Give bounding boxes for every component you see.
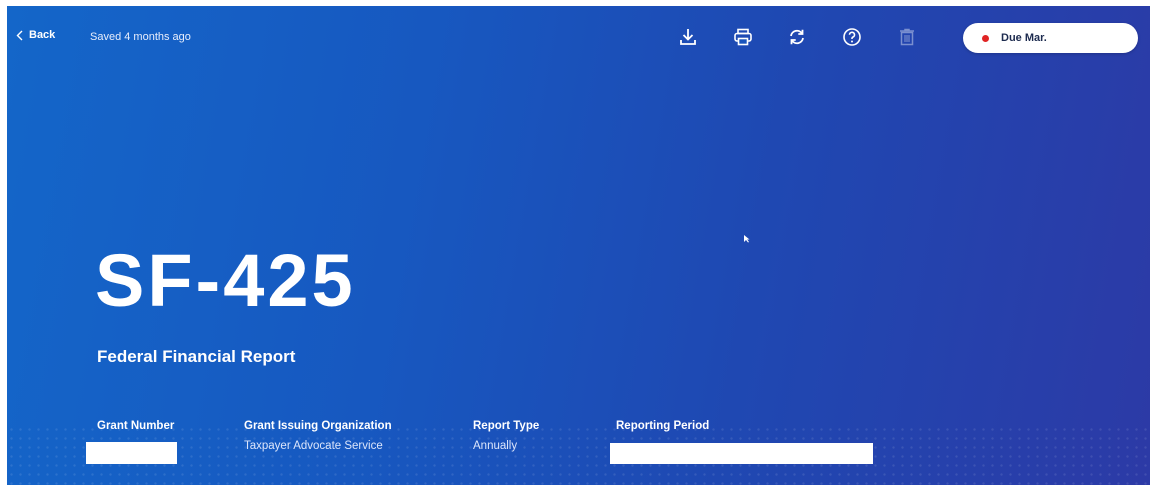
help-icon[interactable] — [841, 26, 863, 48]
due-date-label: Due Mar. — [1001, 32, 1047, 44]
chevron-left-icon — [16, 30, 23, 40]
grant-issuing-org-field: Grant Issuing Organization Taxpayer Advo… — [244, 420, 392, 452]
report-type-label: Report Type — [473, 420, 540, 432]
report-type-value: Annually — [473, 440, 518, 452]
back-button[interactable]: Back — [16, 29, 55, 41]
mouse-pointer-icon — [744, 235, 750, 243]
status-dot-icon — [982, 34, 989, 42]
download-icon[interactable] — [677, 26, 699, 48]
report-type-field: Report Type Annually — [473, 420, 539, 452]
saved-status: Saved 4 months ago — [90, 31, 191, 43]
grant-issuing-org-label: Grant Issuing Organization — [244, 420, 392, 432]
form-title: Federal Financial Report — [97, 347, 296, 366]
due-date-badge[interactable]: Due Mar. — [963, 23, 1138, 53]
reporting-period-label: Reporting Period — [616, 420, 710, 432]
reporting-period-value-redacted — [610, 443, 873, 464]
form-code: SF-425 — [95, 239, 356, 322]
grant-number-label: Grant Number — [97, 420, 175, 432]
print-icon[interactable] — [732, 26, 754, 48]
report-header-banner: Back Saved 4 months ago Due Mar. SF-425 … — [7, 6, 1150, 485]
grant-number-field: Grant Number — [97, 420, 174, 432]
grant-number-value-redacted — [86, 442, 177, 464]
trash-icon[interactable] — [896, 26, 918, 48]
refresh-icon[interactable] — [786, 26, 808, 48]
reporting-period-field: Reporting Period — [616, 420, 709, 432]
grant-issuing-org-value: Taxpayer Advocate Service — [244, 440, 383, 452]
back-label: Back — [29, 29, 56, 41]
